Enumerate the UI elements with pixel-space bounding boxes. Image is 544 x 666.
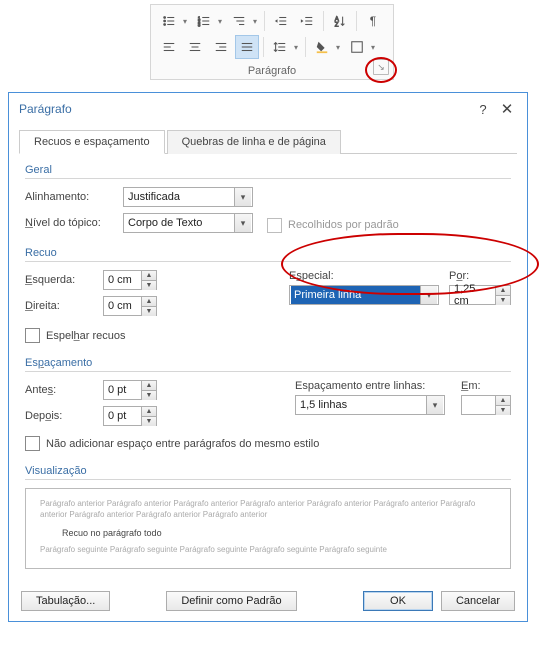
align-center-icon[interactable] xyxy=(183,35,207,59)
numbering-icon[interactable]: 123 xyxy=(192,9,216,33)
spin-up-icon[interactable]: ▲ xyxy=(142,407,156,417)
indent-right-spinner[interactable]: 0 cm ▲▼ xyxy=(103,296,157,316)
chevron-down-icon: ▾ xyxy=(426,396,443,414)
mirror-indents-label: Espelhar recuos xyxy=(46,330,126,342)
collapsed-label: Recolhidos por padrão xyxy=(288,219,399,231)
dialog-title: Parágrafo xyxy=(19,102,471,116)
after-label: Depois: xyxy=(25,410,103,422)
before-label: Antes: xyxy=(25,384,103,396)
decrease-indent-icon[interactable] xyxy=(269,9,293,33)
indent-left-spinner[interactable]: 0 cm ▲▼ xyxy=(103,270,157,290)
group-title-spacing: Espaçamento xyxy=(25,357,511,372)
paragraph-ribbon-group: ▾ 123▾ ▾ AZ ¶ ▾ ▾ ▾ Parágrafo ↘ xyxy=(150,4,394,80)
sort-icon[interactable]: AZ xyxy=(328,9,352,33)
cancel-button[interactable]: Cancelar xyxy=(441,591,515,611)
dropdown-arrow-icon[interactable]: ▾ xyxy=(218,17,225,26)
tabs-button[interactable]: Tabulação... xyxy=(21,591,110,611)
line-spacing-icon[interactable] xyxy=(268,35,292,59)
group-title-indent: Recuo xyxy=(25,247,511,262)
mirror-indents-checkbox[interactable] xyxy=(25,328,40,343)
spin-down-icon[interactable]: ▼ xyxy=(496,296,510,305)
multilevel-list-icon[interactable] xyxy=(227,9,251,33)
help-button[interactable]: ? xyxy=(471,99,495,119)
dialog-launcher-icon[interactable]: ↘ xyxy=(373,59,389,75)
group-spacing: Espaçamento Antes: 0 pt ▲▼ Depois: 0 pt xyxy=(25,357,511,451)
group-preview: Visualização Parágrafo anterior Parágraf… xyxy=(25,465,511,569)
show-marks-icon[interactable]: ¶ xyxy=(361,9,385,33)
svg-text:3: 3 xyxy=(198,22,201,27)
spin-down-icon[interactable]: ▼ xyxy=(142,307,156,316)
bullets-icon[interactable] xyxy=(157,9,181,33)
outline-label: Nível do tópico: xyxy=(25,217,123,229)
spin-down-icon[interactable]: ▼ xyxy=(142,417,156,426)
alignment-combo[interactable]: Justificada▾ xyxy=(123,187,253,207)
at-label: Em: xyxy=(461,380,511,392)
special-by-spinner[interactable]: 1,25 cm ▲▼ xyxy=(449,285,511,305)
no-space-same-style-checkbox[interactable] xyxy=(25,436,40,451)
chevron-down-icon: ▾ xyxy=(420,286,437,304)
special-label: Especial: xyxy=(289,270,439,282)
preview-after-text: Parágrafo seguinte Parágrafo seguinte Pa… xyxy=(40,545,387,554)
preview-sample-text: Recuo no parágrafo todo xyxy=(62,527,496,539)
tab-indents-spacing[interactable]: Recuos e espaçamento xyxy=(19,130,165,154)
dropdown-arrow-icon[interactable]: ▾ xyxy=(294,43,301,52)
preview-before-text: Parágrafo anterior Parágrafo anterior Pa… xyxy=(40,499,475,519)
ribbon-group-label: Parágrafo xyxy=(151,65,393,77)
preview-box: Parágrafo anterior Parágrafo anterior Pa… xyxy=(25,488,511,569)
group-title-preview: Visualização xyxy=(25,465,511,480)
dropdown-arrow-icon[interactable]: ▾ xyxy=(183,17,190,26)
at-spinner[interactable]: ▲▼ xyxy=(461,395,511,415)
titlebar: Parágrafo ? ✕ xyxy=(9,93,527,123)
dropdown-arrow-icon[interactable]: ▾ xyxy=(253,17,260,26)
group-title-general: Geral xyxy=(25,164,511,179)
chevron-down-icon: ▾ xyxy=(234,188,251,206)
ok-button[interactable]: OK xyxy=(363,591,433,611)
borders-icon[interactable] xyxy=(345,35,369,59)
line-spacing-combo[interactable]: 1,5 linhas▾ xyxy=(295,395,445,415)
spin-up-icon[interactable]: ▲ xyxy=(496,286,510,296)
svg-text:Z: Z xyxy=(335,21,339,28)
dialog-footer: Tabulação... Definir como Padrão OK Canc… xyxy=(9,583,527,621)
paragraph-dialog: Parágrafo ? ✕ Recuos e espaçamento Quebr… xyxy=(8,92,528,622)
spin-up-icon[interactable]: ▲ xyxy=(496,396,510,406)
align-right-icon[interactable] xyxy=(209,35,233,59)
alignment-label: Alinhamento: xyxy=(25,191,123,203)
spin-down-icon[interactable]: ▼ xyxy=(142,391,156,400)
indent-left-label: Esquerda: xyxy=(25,274,103,286)
shading-icon[interactable] xyxy=(310,35,334,59)
spin-up-icon[interactable]: ▲ xyxy=(142,381,156,391)
dropdown-arrow-icon[interactable]: ▾ xyxy=(336,43,343,52)
dropdown-arrow-icon[interactable]: ▾ xyxy=(371,43,378,52)
spin-up-icon[interactable]: ▲ xyxy=(142,271,156,281)
collapsed-checkbox xyxy=(267,218,282,233)
spin-down-icon[interactable]: ▼ xyxy=(142,281,156,290)
indent-right-label: Direita: xyxy=(25,300,103,312)
no-space-same-style-label: Não adicionar espaço entre parágrafos do… xyxy=(46,438,319,450)
outline-combo[interactable]: Corpo de Texto▾ xyxy=(123,213,253,233)
tab-strip: Recuos e espaçamento Quebras de linha e … xyxy=(19,129,517,154)
align-justify-icon[interactable] xyxy=(235,35,259,59)
close-button[interactable]: ✕ xyxy=(495,99,519,119)
after-spinner[interactable]: 0 pt ▲▼ xyxy=(103,406,157,426)
line-spacing-label: Espaçamento entre linhas: xyxy=(295,380,451,392)
align-left-icon[interactable] xyxy=(157,35,181,59)
set-default-button[interactable]: Definir como Padrão xyxy=(166,591,296,611)
group-general: Geral Alinhamento: Justificada▾ Nível do… xyxy=(25,164,511,233)
spin-up-icon[interactable]: ▲ xyxy=(142,297,156,307)
chevron-down-icon: ▾ xyxy=(234,214,251,232)
special-combo[interactable]: Primeira linha▾ xyxy=(289,285,439,305)
by-label: Por: xyxy=(449,270,511,282)
spin-down-icon[interactable]: ▼ xyxy=(496,406,510,415)
before-spinner[interactable]: 0 pt ▲▼ xyxy=(103,380,157,400)
increase-indent-icon[interactable] xyxy=(295,9,319,33)
tab-line-breaks[interactable]: Quebras de linha e de página xyxy=(167,130,341,154)
group-indent: Recuo Esquerda: 0 cm ▲▼ Direita: 0 cm xyxy=(25,247,511,343)
